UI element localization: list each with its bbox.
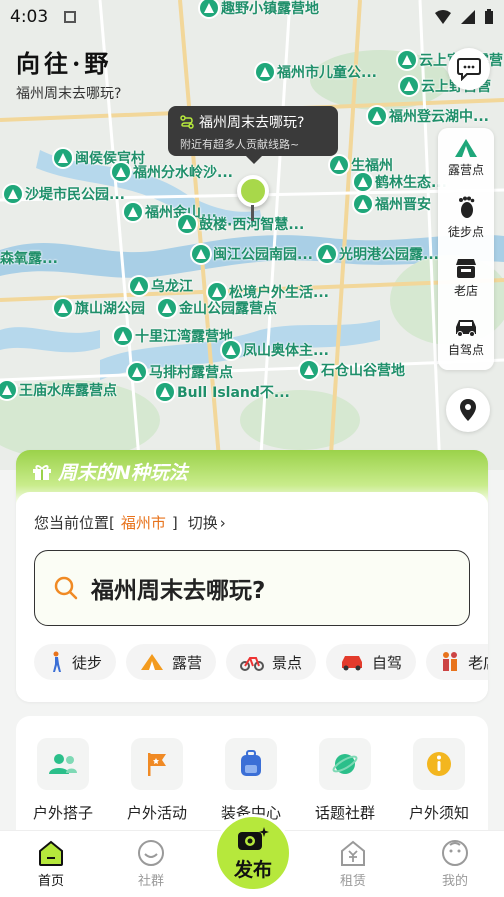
chip-hiking[interactable]: 徒步: [34, 644, 117, 680]
wifi-icon: [435, 10, 451, 24]
map-filter-bar: 露营点 徒步点 老店 自驾点: [438, 128, 494, 370]
info-icon: [427, 752, 451, 776]
gift-icon: [33, 464, 51, 480]
tab-community[interactable]: 社群: [116, 839, 186, 889]
locate-button[interactable]: [446, 388, 490, 432]
map-poi[interactable]: 马排村露营点: [128, 362, 233, 382]
flag-icon: [148, 753, 166, 776]
smile-icon: [138, 840, 164, 866]
card-body: 您当前位置[ 福州市 ] 切换 › 福州周末去哪玩? 徒步 露营 景点 自驾 老: [16, 492, 488, 702]
partners-icon: [49, 754, 77, 774]
tab-profile[interactable]: 我的: [420, 839, 490, 889]
map-poi[interactable]: 光明港公园露...: [318, 244, 439, 264]
feature-partners[interactable]: 户外搭子: [16, 738, 110, 823]
notification-icon: [64, 11, 77, 23]
hiker-icon: [53, 651, 61, 672]
signal-icon: [461, 10, 475, 24]
rent-icon: [341, 840, 365, 866]
profile-icon: [442, 840, 468, 866]
map-poi[interactable]: 王庙水库露营点: [0, 380, 117, 400]
feature-gear-center[interactable]: 装备中心: [204, 738, 298, 823]
weekend-card: 周末的N种玩法 您当前位置[ 福州市 ] 切换 › 福州周末去哪玩? 徒步 露营: [16, 450, 488, 702]
map-poi[interactable]: 沙堤市民公园...: [4, 184, 125, 204]
app-logo: 向往·野: [16, 49, 113, 78]
map-poi[interactable]: 鼓楼·西河智慧...: [178, 214, 304, 234]
chip-scenic[interactable]: 景点: [226, 644, 317, 680]
feature-outdoor-notice[interactable]: 户外须知: [392, 738, 486, 823]
map-poi[interactable]: 福州市儿童公...: [256, 62, 377, 82]
map-poi[interactable]: 鹤林生态...: [354, 172, 447, 192]
tab-home[interactable]: 首页: [16, 839, 86, 889]
tooltip-subtitle: 附近有超多人贡献线路~: [180, 138, 300, 151]
filter-hiking[interactable]: 徒步点: [438, 188, 494, 248]
chip-selfdrive[interactable]: 自驾: [326, 644, 417, 680]
map-poi[interactable]: Bull Island不...: [156, 382, 290, 402]
store-icon: [456, 259, 476, 278]
card-title: 周末的N种玩法: [32, 458, 188, 485]
home-icon: [39, 840, 63, 866]
map-poi[interactable]: 乌龙江: [130, 276, 193, 296]
filter-selfdrive[interactable]: 自驾点: [438, 308, 494, 368]
map-poi[interactable]: 福州登云湖中...: [368, 106, 489, 126]
map-poi[interactable]: 凤山奥体主...: [222, 340, 329, 360]
backpack-icon: [241, 750, 261, 776]
map-poi[interactable]: 金山公园露营点: [158, 298, 277, 318]
tent-icon: [141, 654, 164, 670]
search-icon: [54, 576, 78, 600]
search-text: 福州周末去哪玩?: [91, 578, 266, 604]
chip-store[interactable]: 老店: [426, 644, 488, 680]
status-bar: 4:03: [0, 0, 504, 34]
status-time: 4:03: [10, 7, 49, 27]
current-city: 福州市: [120, 514, 166, 532]
publish-label: 发布: [233, 858, 272, 881]
map-poi[interactable]: 石仓山谷营地: [300, 360, 405, 380]
location-pin-icon: [460, 399, 476, 421]
tent-icon: [455, 139, 477, 157]
map-poi[interactable]: 森氧露...: [0, 248, 58, 268]
brand-subtitle: 福州周末去哪玩?: [16, 86, 122, 102]
current-location: 您当前位置[ 福州市 ] 切换 ›: [34, 512, 226, 533]
map-view[interactable]: 4:03 趣野小镇露营地 福州市儿童公... 云上官洋露营 云上野营营 福州登云…: [0, 0, 504, 470]
publish-button[interactable]: 发布: [214, 814, 292, 892]
chat-bubble-icon: [457, 58, 481, 81]
planet-icon: [332, 754, 358, 774]
map-poi[interactable]: 福州晋安: [354, 194, 431, 214]
switch-city-link[interactable]: 切换: [188, 512, 218, 533]
map-tooltip[interactable]: 福州周末去哪玩? 附近有超多人贡献线路~: [168, 106, 338, 164]
feature-activities[interactable]: 户外活动: [110, 738, 204, 823]
battery-icon: [485, 9, 493, 24]
people-icon: [443, 652, 458, 671]
camera-icon: [238, 826, 269, 850]
brand-header: 向往·野 福州周末去哪玩?: [16, 44, 121, 103]
search-box[interactable]: 福州周末去哪玩?: [34, 550, 470, 626]
feature-topic-community[interactable]: 话题社群: [298, 738, 392, 823]
chevron-right-icon: ›: [219, 513, 226, 532]
map-poi[interactable]: 闽江公园南园...: [192, 244, 313, 264]
category-chips: 徒步 露营 景点 自驾 老店: [34, 644, 488, 680]
car-icon: [342, 656, 363, 671]
route-icon: [180, 115, 194, 129]
filter-store[interactable]: 老店: [438, 248, 494, 308]
chip-camping[interactable]: 露营: [126, 644, 217, 680]
footprint-icon: [459, 196, 475, 218]
map-poi[interactable]: 福州分水岭沙...: [112, 162, 233, 182]
message-button[interactable]: [448, 48, 490, 90]
filter-camping[interactable]: 露营点: [438, 128, 494, 188]
map-poi[interactable]: 旗山湖公园: [54, 298, 145, 318]
tab-rental[interactable]: 租赁: [318, 839, 388, 889]
bicycle-icon: [240, 657, 265, 671]
tooltip-title: 福州周末去哪玩?: [199, 115, 305, 131]
map-pin[interactable]: [237, 175, 269, 207]
map-poi[interactable]: 十里江湾露营地: [114, 326, 233, 346]
car-icon: [456, 320, 476, 337]
map-pin-stem: [251, 205, 254, 221]
